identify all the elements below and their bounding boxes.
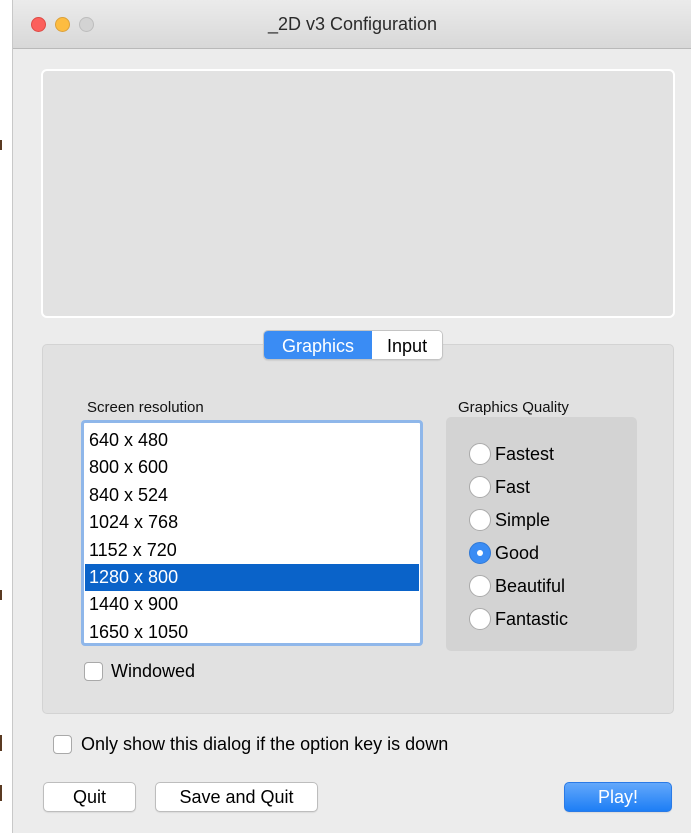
resolution-option[interactable]: 1650 x 1050 [85, 619, 419, 646]
screen-resolution-label: Screen resolution [87, 399, 204, 416]
quality-option-simple[interactable]: Simple [469, 507, 550, 533]
windowed-checkbox[interactable] [84, 662, 103, 681]
edge-mark [0, 785, 2, 801]
radio-button-selected[interactable] [469, 542, 491, 564]
resolution-option[interactable]: 840 x 524 [85, 482, 419, 509]
resolution-option[interactable]: 800 x 600 [85, 454, 419, 481]
option-key-label: Only show this dialog if the option key … [81, 734, 449, 754]
resolution-listbox[interactable]: 640 x 480 800 x 600 840 x 524 1024 x 768… [81, 420, 423, 646]
radio-button[interactable] [469, 575, 491, 597]
resolution-option[interactable]: 1440 x 900 [85, 591, 419, 618]
edge-mark [0, 140, 2, 150]
radio-label: Fantastic [495, 608, 569, 629]
radio-label: Fastest [495, 443, 555, 464]
resolution-option-selected[interactable]: 1280 x 800 [85, 563, 419, 592]
tab-input[interactable]: Input [372, 331, 443, 359]
radio-button[interactable] [469, 608, 491, 630]
quality-option-fastest[interactable]: Fastest [469, 441, 554, 467]
banner-image-area [41, 69, 675, 318]
radio-label: Beautiful [495, 575, 566, 596]
radio-button[interactable] [469, 443, 491, 465]
resolution-option[interactable]: 1152 x 720 [85, 537, 419, 564]
resolution-option[interactable]: 1024 x 768 [85, 509, 419, 536]
quality-option-fast[interactable]: Fast [469, 474, 530, 500]
radio-label: Good [495, 542, 540, 563]
edge-mark [0, 735, 2, 751]
quit-button[interactable]: Quit [43, 782, 136, 812]
option-key-checkbox-row[interactable]: Only show this dialog if the option key … [53, 734, 448, 755]
quality-option-fantastic[interactable]: Fantastic [469, 606, 568, 632]
quality-option-good[interactable]: Good [469, 540, 539, 566]
quality-option-beautiful[interactable]: Beautiful [469, 573, 565, 599]
windowed-label: Windowed [111, 661, 196, 681]
edge-mark [0, 590, 2, 600]
resolution-option[interactable]: 640 x 480 [85, 427, 419, 454]
option-key-checkbox[interactable] [53, 735, 72, 754]
save-and-quit-button[interactable]: Save and Quit [155, 782, 318, 812]
play-button[interactable]: Play! [564, 782, 672, 812]
graphics-quality-label: Graphics Quality [458, 399, 569, 416]
radio-label: Simple [495, 509, 551, 530]
radio-button[interactable] [469, 476, 491, 498]
tab-bar: Graphics Input [263, 330, 444, 360]
title-bar[interactable]: _2D v3 Configuration [13, 0, 691, 49]
config-window: _2D v3 Configuration Graphics Input Scre… [12, 0, 691, 833]
windowed-checkbox-row[interactable]: Windowed [84, 661, 195, 682]
tab-graphics[interactable]: Graphics [264, 331, 373, 359]
window-title: _2D v3 Configuration [267, 14, 438, 34]
radio-label: Fast [495, 476, 531, 497]
radio-button[interactable] [469, 509, 491, 531]
